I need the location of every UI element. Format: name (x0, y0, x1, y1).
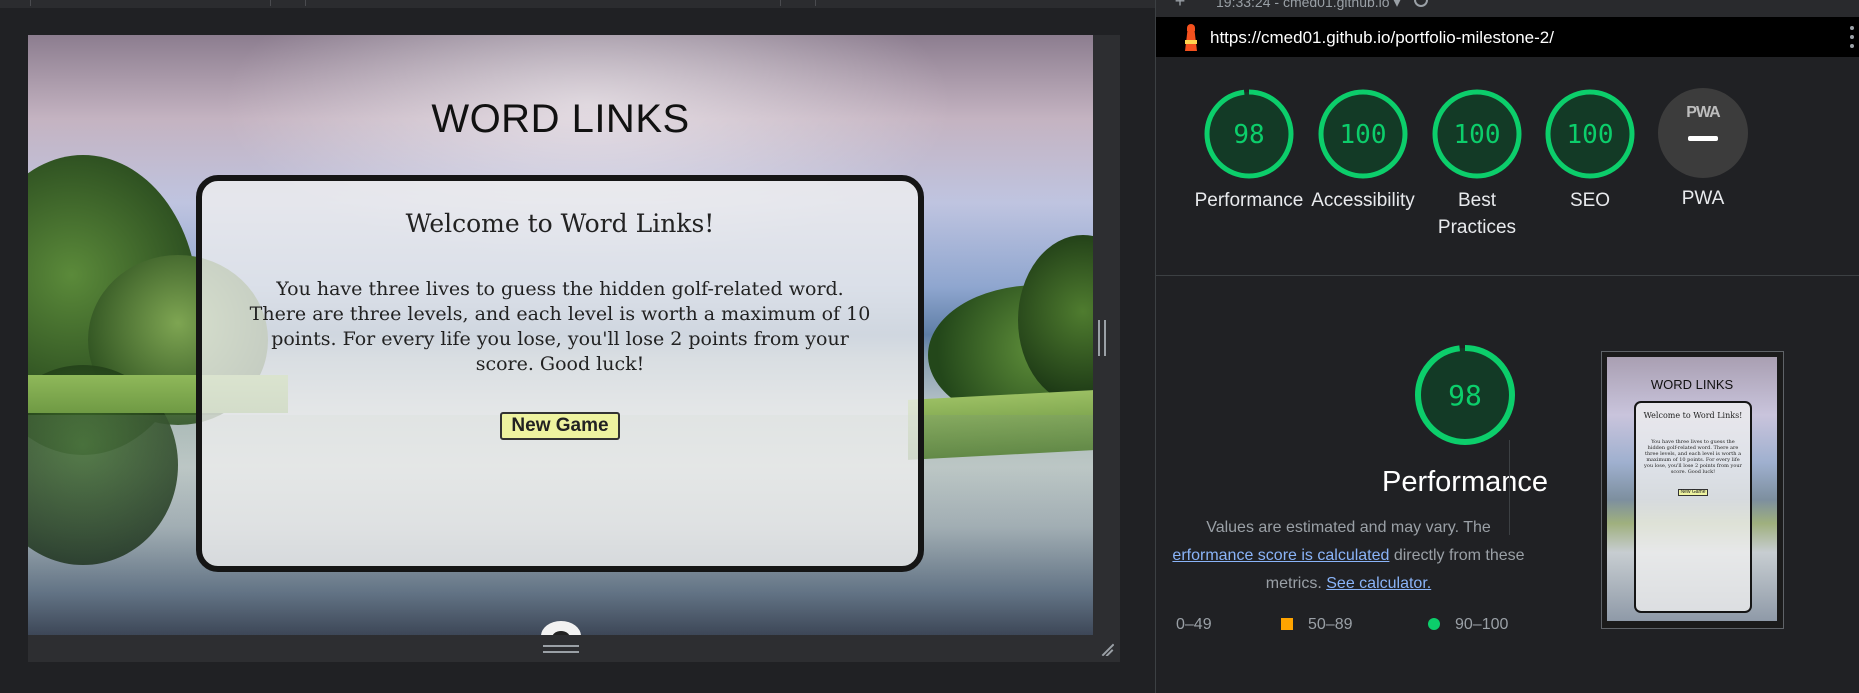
gauge-score: 98 (1233, 120, 1264, 150)
chevron-down-icon: ▾ (1393, 0, 1401, 10)
resize-handle-right[interactable] (1098, 320, 1106, 356)
toolbar-divider (780, 0, 781, 6)
legend-circle-icon (1428, 618, 1440, 630)
report-toolbar: + 19:33:24 - cmed01.github.io ▾ (1156, 0, 1859, 17)
new-game-button[interactable]: New Game (500, 412, 620, 440)
section-divider (1156, 275, 1859, 276)
thumbnail-button: New Game (1678, 489, 1708, 496)
device-toolbar (0, 0, 1155, 8)
welcome-heading: Welcome to Word Links! (405, 209, 715, 238)
toolbar-divider (30, 0, 31, 6)
score-calculated-link[interactable]: erformance score is calculated (1172, 547, 1389, 564)
welcome-card: Welcome to Word Links! You have three li… (196, 175, 924, 572)
report-selector-label: 19:33:24 - cmed01.github.io (1216, 0, 1390, 10)
toolbar-divider (815, 0, 816, 6)
resize-handle-bottom[interactable] (543, 645, 579, 653)
thumbnail-text: You have three lives to guess the hidden… (1644, 439, 1742, 475)
toolbar-divider (305, 0, 306, 6)
toolbar-divider (270, 0, 271, 6)
gauge-label: Best Practices (1437, 190, 1517, 238)
score-gauge: 100 (1432, 89, 1522, 179)
legend-average: 50–89 (1281, 616, 1353, 634)
performance-detail-gauge: 98 (1275, 344, 1655, 446)
thumbnail-title: WORD LINKS (1650, 377, 1734, 392)
score-gauge: 98 (1204, 89, 1294, 179)
score-gauge: 100 (1318, 89, 1408, 179)
gauge-label: PWA (1681, 188, 1725, 209)
thumbnail-card: Welcome to Word Links! You have three li… (1634, 401, 1752, 613)
pwa-badge-icon: PWA (1658, 88, 1748, 178)
gauge-score: 100 (1567, 120, 1614, 150)
legend-range: 90–100 (1455, 616, 1509, 633)
legend-fail: 0–49 (1176, 616, 1212, 634)
device-preview-pane: WORD LINKS Welcome to Word Links! You ha… (0, 0, 1155, 693)
lighthouse-panel: + 19:33:24 - cmed01.github.io ▾ https://… (1155, 0, 1859, 693)
note-line: erformance score is calculated directly … (1156, 542, 1541, 570)
page-viewport[interactable]: WORD LINKS Welcome to Word Links! You ha… (28, 35, 1093, 635)
note-text: metrics. (1265, 575, 1327, 592)
report-url-bar: https://cmed01.github.io/portfolio-miles… (1156, 17, 1859, 57)
note-text: directly from these (1389, 547, 1525, 564)
add-report-button[interactable]: + (1170, 0, 1190, 11)
more-menu-icon[interactable] (1850, 26, 1854, 48)
thumbnail-image: WORD LINKS Welcome to Word Links! You ha… (1607, 357, 1777, 621)
report-selector[interactable]: 19:33:24 - cmed01.github.io ▾ (1216, 0, 1401, 11)
note-line: Values are estimated and may vary. The (1206, 519, 1491, 536)
resize-corner-icon[interactable] (1098, 640, 1114, 656)
score-gauge: 100 (1545, 89, 1635, 179)
lighthouse-icon (1182, 24, 1200, 52)
performance-note: Values are estimated and may vary. The e… (1156, 514, 1541, 598)
page-title: WORD LINKS (431, 97, 690, 141)
score-gauge: 98 (1415, 345, 1515, 445)
legend-range: 0–49 (1176, 616, 1212, 633)
welcome-text: You have three lives to guess the hidden… (249, 278, 871, 375)
final-screenshot-thumbnail[interactable]: WORD LINKS Welcome to Word Links! You ha… (1601, 351, 1784, 629)
legend-range: 50–89 (1308, 616, 1353, 633)
gauge-score: 98 (1448, 379, 1482, 412)
thumbnail-heading: Welcome to Word Links! (1643, 411, 1743, 420)
vertical-divider (1509, 440, 1510, 535)
gauge-score: 100 (1340, 120, 1387, 150)
gauge-pwa[interactable]: PWA PWA (1636, 88, 1770, 212)
see-calculator-link[interactable]: See calculator. (1326, 575, 1431, 592)
legend-pass: 90–100 (1428, 616, 1508, 634)
device-frame: WORD LINKS Welcome to Word Links! You ha… (28, 35, 1120, 662)
report-url[interactable]: https://cmed01.github.io/portfolio-miles… (1210, 28, 1554, 48)
note-line: metrics. See calculator. (1156, 570, 1541, 598)
clear-icon[interactable] (1414, 0, 1428, 7)
pwa-badge-text: PWA (1686, 104, 1720, 121)
performance-detail-label: Performance (1381, 466, 1548, 498)
gauge-score: 100 (1454, 120, 1501, 150)
legend-square-icon (1281, 618, 1293, 630)
